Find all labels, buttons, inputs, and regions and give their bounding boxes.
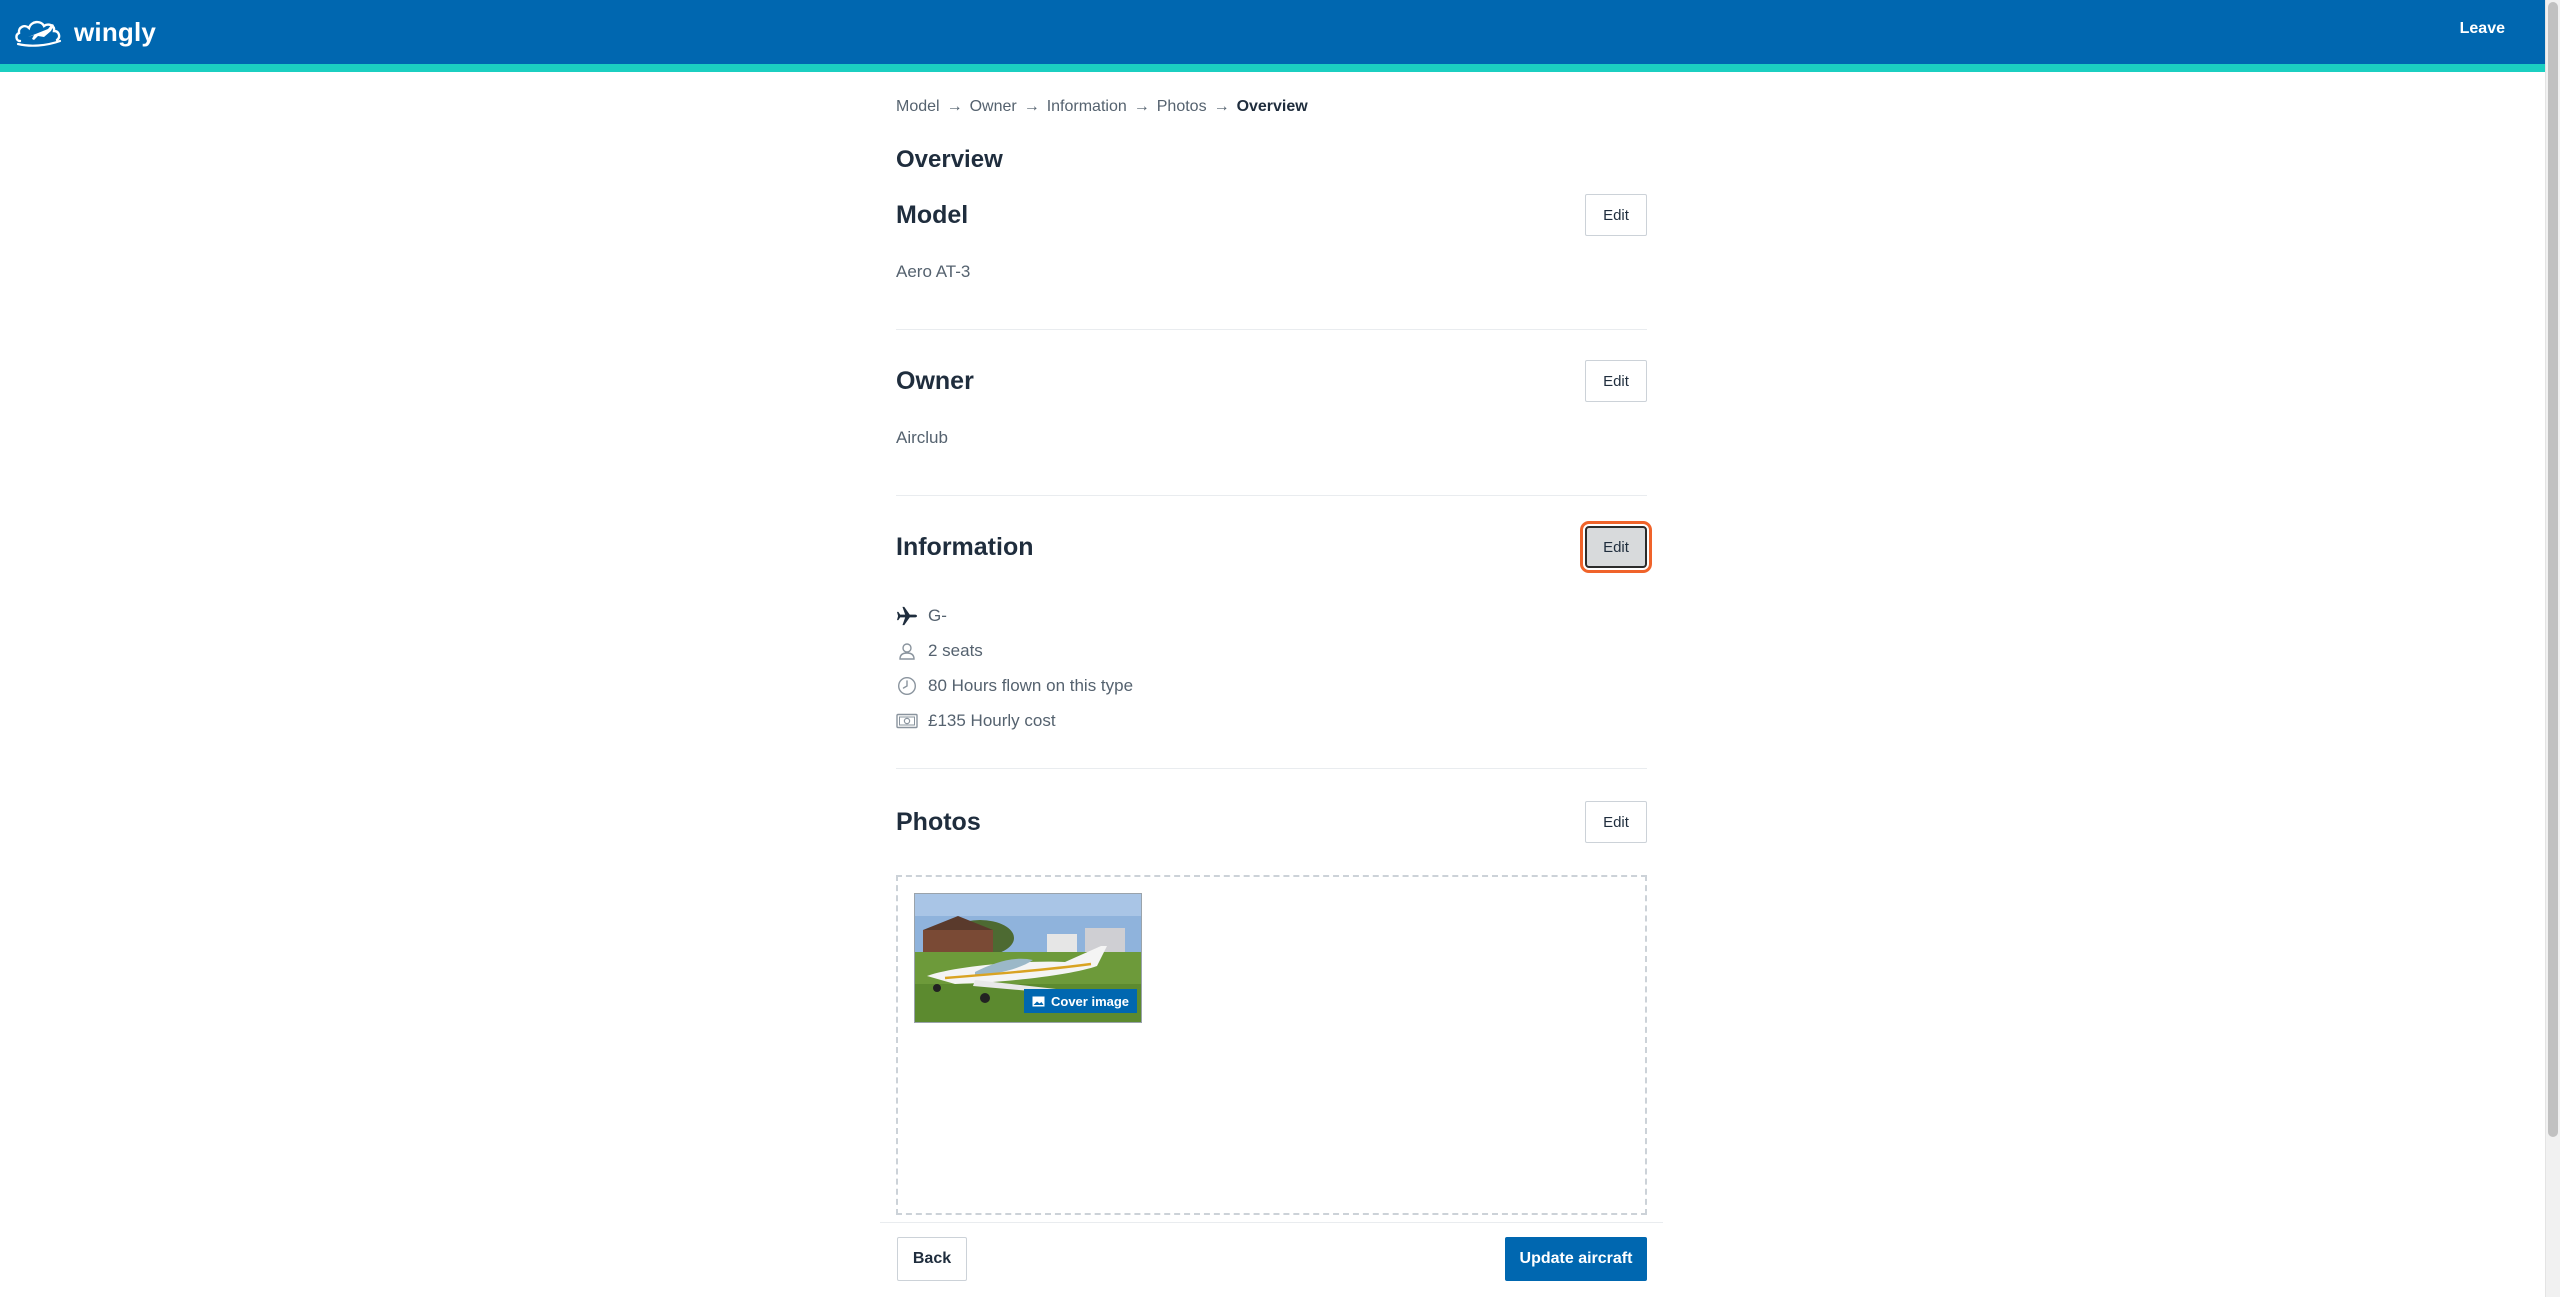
info-hours-text: 80 Hours flown on this type [928,675,1134,695]
cover-image-badge: Cover image [1024,989,1138,1013]
header-accent-stripe [0,64,2545,72]
breadcrumb-item-overview: Overview [1236,98,1308,115]
page-title: Overview [896,146,1003,173]
info-registration-text: G- [928,605,947,625]
back-button[interactable]: Back [897,1237,967,1281]
edit-model-button[interactable]: Edit [1585,194,1647,236]
info-seats-text: 2 seats [928,640,983,660]
scrollbar-thumb[interactable] [2548,2,2558,1137]
banknote-icon [896,710,918,732]
info-hours: 80 Hours flown on this type [896,668,1647,703]
breadcrumb-arrow-icon: → [1023,98,1040,115]
info-cost-text: £135 Hourly cost [928,710,1056,730]
edit-photos-button[interactable]: Edit [1585,801,1647,843]
cover-image-label: Cover image [1051,993,1130,1009]
photos-section: Photos Edit Cover image [896,801,1647,1215]
breadcrumb: Model → Owner → Information → Photos → O… [896,90,1647,124]
leave-link[interactable]: Leave [2460,20,2505,38]
owner-value: Airclub [896,428,948,447]
information-section-title: Information [896,532,1034,561]
airplane-icon [896,605,918,627]
breadcrumb-item-photos[interactable]: Photos [1157,98,1207,116]
brand-name: wingly [74,16,157,47]
info-registration: G- [896,598,1647,633]
photos-section-title: Photos [896,807,981,836]
wingly-logo-icon [15,20,62,47]
owner-section: Owner Edit Airclub [896,360,1647,496]
information-section: Information Edit G- 2 seats 80 Hours flo… [896,521,1652,769]
information-list: G- 2 seats 80 Hours flown on this type £… [896,598,1647,738]
breadcrumb-item-owner[interactable]: Owner [970,98,1017,116]
breadcrumb-arrow-icon: → [1213,98,1230,115]
breadcrumb-arrow-icon: → [946,98,963,115]
breadcrumb-item-model[interactable]: Model [896,98,940,116]
page-scrollbar[interactable] [2545,0,2560,1297]
photo-dropzone[interactable]: Cover image [896,875,1647,1215]
owner-section-title: Owner [896,366,974,395]
edit-information-button[interactable]: Edit [1580,521,1652,573]
person-icon [896,640,918,662]
image-icon [1032,996,1045,1006]
model-section: Model Edit Aero AT-3 [896,194,1647,330]
info-seats: 2 seats [896,633,1647,668]
overview-content: Model → Owner → Information → Photos → O… [896,90,1652,1215]
info-cost: £135 Hourly cost [896,703,1647,738]
wingly-logo[interactable]: wingly [14,12,156,52]
model-section-title: Model [896,200,969,229]
clock-icon [896,675,918,697]
edit-owner-button[interactable]: Edit [1585,360,1647,402]
form-footer-bar: Back Update aircraft [880,1222,1663,1297]
aircraft-photo-thumbnail[interactable]: Cover image [914,893,1142,1023]
breadcrumb-item-information[interactable]: Information [1047,98,1127,116]
model-value: Aero AT-3 [896,262,971,281]
update-aircraft-button[interactable]: Update aircraft [1505,1237,1647,1281]
top-navigation-bar: wingly Leave [0,0,2545,64]
breadcrumb-arrow-icon: → [1133,98,1150,115]
